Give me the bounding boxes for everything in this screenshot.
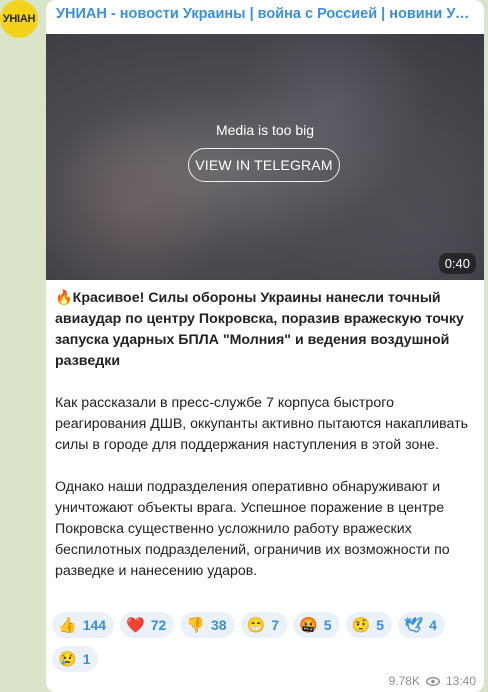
reaction-raised-eyebrow[interactable]: 🤨 5 bbox=[345, 612, 393, 638]
reaction-heart[interactable]: ❤️ 72 bbox=[120, 612, 175, 638]
channel-avatar[interactable]: УНІАН bbox=[0, 0, 38, 38]
reaction-count: 5 bbox=[376, 617, 385, 633]
reaction-crying-face[interactable]: 😢 1 bbox=[52, 646, 99, 672]
post-paragraph-1: Как рассказали в пресс-службе 7 корпуса … bbox=[55, 395, 469, 453]
post-headline-text: Красивое! Силы обороны Украины нанесли т… bbox=[55, 290, 464, 369]
media-too-big-notice: Media is too big bbox=[215, 122, 315, 138]
post-paragraph-2: Однако наши подразделения оперативно обн… bbox=[55, 479, 450, 579]
fire-icon: 🔥 bbox=[55, 290, 73, 306]
avatar-logo-text: УНІАН bbox=[2, 13, 36, 25]
reaction-angry-face[interactable]: 🤬 5 bbox=[293, 612, 340, 638]
reaction-count: 144 bbox=[82, 617, 107, 633]
reaction-count: 4 bbox=[429, 617, 437, 633]
dove-icon: 🕊 bbox=[404, 616, 424, 634]
reaction-count: 38 bbox=[211, 617, 227, 633]
telegram-post-view: УНІАН УНИАН - новости Украины | война с … bbox=[0, 0, 488, 692]
post-text: 🔥Красивое! Силы обороны Украины нанесли … bbox=[55, 288, 475, 603]
reactions-bar: 👍 144 ❤️ 72 👎 38 😁 7 🤬 5 🤨 5 🕊 4 😢 1 bbox=[52, 612, 480, 672]
video-duration-badge: 0:40 bbox=[438, 253, 476, 274]
thumbs-down-icon: 👎 bbox=[186, 616, 205, 634]
eye-icon bbox=[425, 676, 440, 686]
reaction-thumbs-down[interactable]: 👎 38 bbox=[180, 612, 235, 638]
message-bubble: УНИАН - новости Украины | война с Россие… bbox=[46, 0, 484, 692]
raised-eyebrow-icon: 🤨 bbox=[351, 616, 371, 634]
message-time: 13:40 bbox=[445, 674, 476, 688]
reaction-thumbs-up[interactable]: 👍 144 bbox=[52, 612, 115, 638]
view-in-telegram-button[interactable]: VIEW IN TELEGRAM bbox=[188, 148, 340, 182]
thumbs-up-icon: 👍 bbox=[58, 616, 77, 634]
grin-icon: 😁 bbox=[246, 616, 266, 634]
reaction-count: 7 bbox=[271, 617, 280, 633]
post-headline: 🔥Красивое! Силы обороны Украины нанесли … bbox=[55, 288, 475, 372]
heart-icon: ❤️ bbox=[126, 616, 145, 634]
angry-face-icon: 🤬 bbox=[299, 616, 318, 634]
reaction-count: 5 bbox=[323, 617, 332, 633]
message-meta: 9.78K 13:40 bbox=[389, 674, 476, 688]
video-preview[interactable]: Media is too big VIEW IN TELEGRAM 0:40 bbox=[46, 34, 484, 280]
crying-face-icon: 😢 bbox=[58, 650, 77, 668]
reaction-grin[interactable]: 😁 7 bbox=[240, 612, 288, 638]
reaction-count: 72 bbox=[150, 617, 167, 633]
channel-title-link[interactable]: УНИАН - новости Украины | война с Россие… bbox=[56, 6, 476, 22]
views-count: 9.78K bbox=[388, 674, 420, 688]
reaction-count: 1 bbox=[82, 651, 91, 667]
reaction-dove[interactable]: 🕊 4 bbox=[398, 612, 445, 638]
